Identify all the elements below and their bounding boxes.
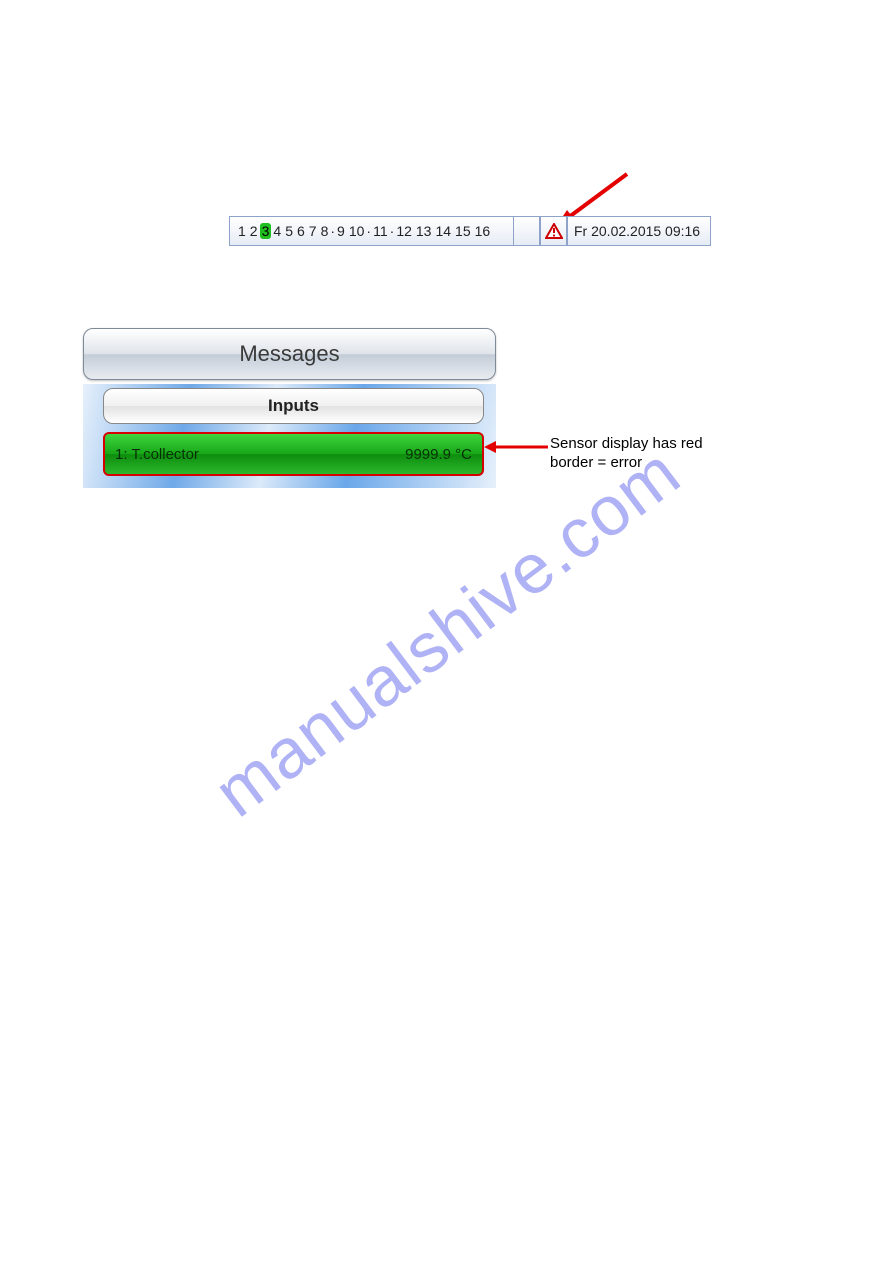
inputs-button[interactable]: Inputs xyxy=(103,388,484,424)
arrow-to-annotation-icon xyxy=(482,438,552,456)
output-num-13: 13 xyxy=(414,223,434,239)
output-num-3: 3 xyxy=(260,223,272,239)
status-bar: 1 2 3 4 5 6 7 8·9 10·11·12 13 14 15 16 F… xyxy=(229,216,711,246)
sensor-value: 9999.9 °C xyxy=(405,446,472,463)
output-num-5: 5 xyxy=(283,223,295,239)
sensor-row-error[interactable]: 1: T.collector 9999.9 °C xyxy=(103,432,484,476)
output-num-6: 6 xyxy=(295,223,307,239)
annotation-text: Sensor display has red border = error xyxy=(550,435,703,473)
output-num-8: 8 xyxy=(319,223,331,239)
output-num-12: 12 xyxy=(394,223,414,239)
output-num-9: 9 xyxy=(335,223,347,239)
status-spacer xyxy=(513,216,540,246)
output-num-7: 7 xyxy=(307,223,319,239)
warning-indicator[interactable] xyxy=(540,216,567,246)
output-num-16: 16 xyxy=(473,223,493,239)
menu-panel: Messages Inputs 1: T.collector 9999.9 °C xyxy=(83,328,496,488)
panel-body: Inputs 1: T.collector 9999.9 °C xyxy=(83,384,496,488)
output-number-strip: 1 2 3 4 5 6 7 8·9 10·11·12 13 14 15 16 xyxy=(229,216,513,246)
output-num-11: 11 xyxy=(371,223,390,239)
sensor-label: 1: T.collector xyxy=(115,446,199,463)
annotation-line-1: Sensor display has red xyxy=(550,435,703,454)
output-num-10: 10 xyxy=(347,223,367,239)
warning-triangle-icon xyxy=(545,223,563,239)
annotation-line-2: border = error xyxy=(550,454,703,473)
datetime-display: Fr 20.02.2015 09:16 xyxy=(567,216,711,246)
output-num-15: 15 xyxy=(453,223,473,239)
output-num-2: 2 xyxy=(248,223,260,239)
watermark-text: manualshive.com xyxy=(199,431,694,832)
output-num-1: 1 xyxy=(236,223,248,239)
output-num-14: 14 xyxy=(433,223,453,239)
output-num-4: 4 xyxy=(271,223,283,239)
messages-button[interactable]: Messages xyxy=(83,328,496,380)
